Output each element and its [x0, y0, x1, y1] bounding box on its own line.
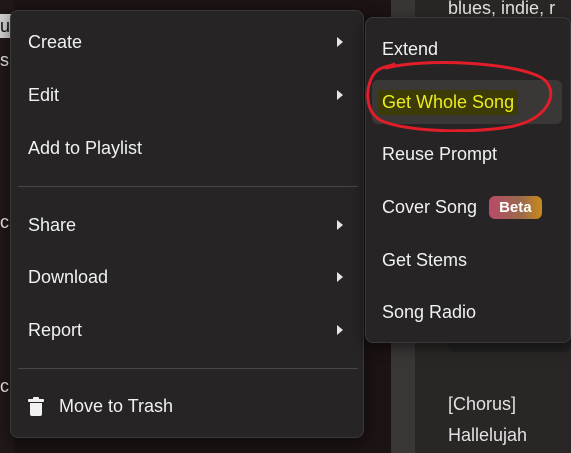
- submenu-item-cover-song[interactable]: Cover Song Beta: [366, 185, 570, 229]
- background-text-fragment: s: [0, 50, 9, 70]
- submenu-item-label: Song Radio: [382, 301, 477, 322]
- submenu-item-label: Reuse Prompt: [382, 143, 498, 164]
- submenu-item-extend[interactable]: Extend: [366, 27, 570, 71]
- menu-item-edit[interactable]: Edit: [11, 73, 363, 117]
- screen: ul s c c blues, indie, r [Chorus] Hallel…: [0, 0, 571, 453]
- menu-item-label: Edit: [28, 84, 60, 105]
- menu-item-share[interactable]: Share: [11, 203, 363, 247]
- background-text-fragment: c: [0, 212, 9, 232]
- song-context-menu: Create Edit Add to Playlist Share Downlo…: [10, 10, 364, 438]
- menu-item-move-to-trash[interactable]: Move to Trash: [11, 384, 363, 428]
- background-text-fragment: c: [0, 376, 9, 396]
- menu-item-create[interactable]: Create: [11, 20, 363, 64]
- menu-item-report[interactable]: Report: [11, 308, 363, 352]
- menu-item-download[interactable]: Download: [11, 255, 363, 299]
- lyrics-section-label: [Chorus]: [448, 394, 517, 414]
- submenu-item-song-radio[interactable]: Song Radio: [366, 290, 570, 334]
- chevron-right-icon: [337, 325, 343, 335]
- beta-badge: Beta: [489, 195, 542, 219]
- create-submenu: Extend Get Whole Song Reuse Prompt Cover…: [365, 17, 571, 343]
- submenu-item-get-whole-song[interactable]: Get Whole Song: [372, 80, 562, 124]
- submenu-item-label: Extend: [382, 38, 439, 59]
- menu-item-label: Move to Trash: [59, 395, 174, 416]
- submenu-item-label: Cover Song: [382, 196, 478, 217]
- chevron-right-icon: [337, 90, 343, 100]
- menu-item-label: Share: [28, 214, 77, 235]
- lyrics-line: Hallelujah: [448, 425, 528, 445]
- menu-item-label: Download: [28, 266, 109, 287]
- menu-item-add-to-playlist[interactable]: Add to Playlist: [11, 126, 363, 170]
- menu-divider: [18, 186, 358, 187]
- background-text-fragment: ul: [0, 16, 10, 36]
- submenu-item-get-stems[interactable]: Get Stems: [366, 238, 570, 282]
- chevron-right-icon: [337, 37, 343, 47]
- menu-item-label: Add to Playlist: [28, 137, 143, 158]
- submenu-item-label: Get Stems: [382, 249, 468, 270]
- menu-divider: [18, 368, 358, 369]
- submenu-item-reuse-prompt[interactable]: Reuse Prompt: [366, 132, 570, 176]
- chevron-right-icon: [337, 220, 343, 230]
- chevron-right-icon: [337, 272, 343, 282]
- menu-item-label: Report: [28, 319, 83, 340]
- menu-item-label: Create: [28, 31, 83, 52]
- submenu-item-label: Get Whole Song: [378, 89, 519, 115]
- trash-icon: [28, 396, 44, 416]
